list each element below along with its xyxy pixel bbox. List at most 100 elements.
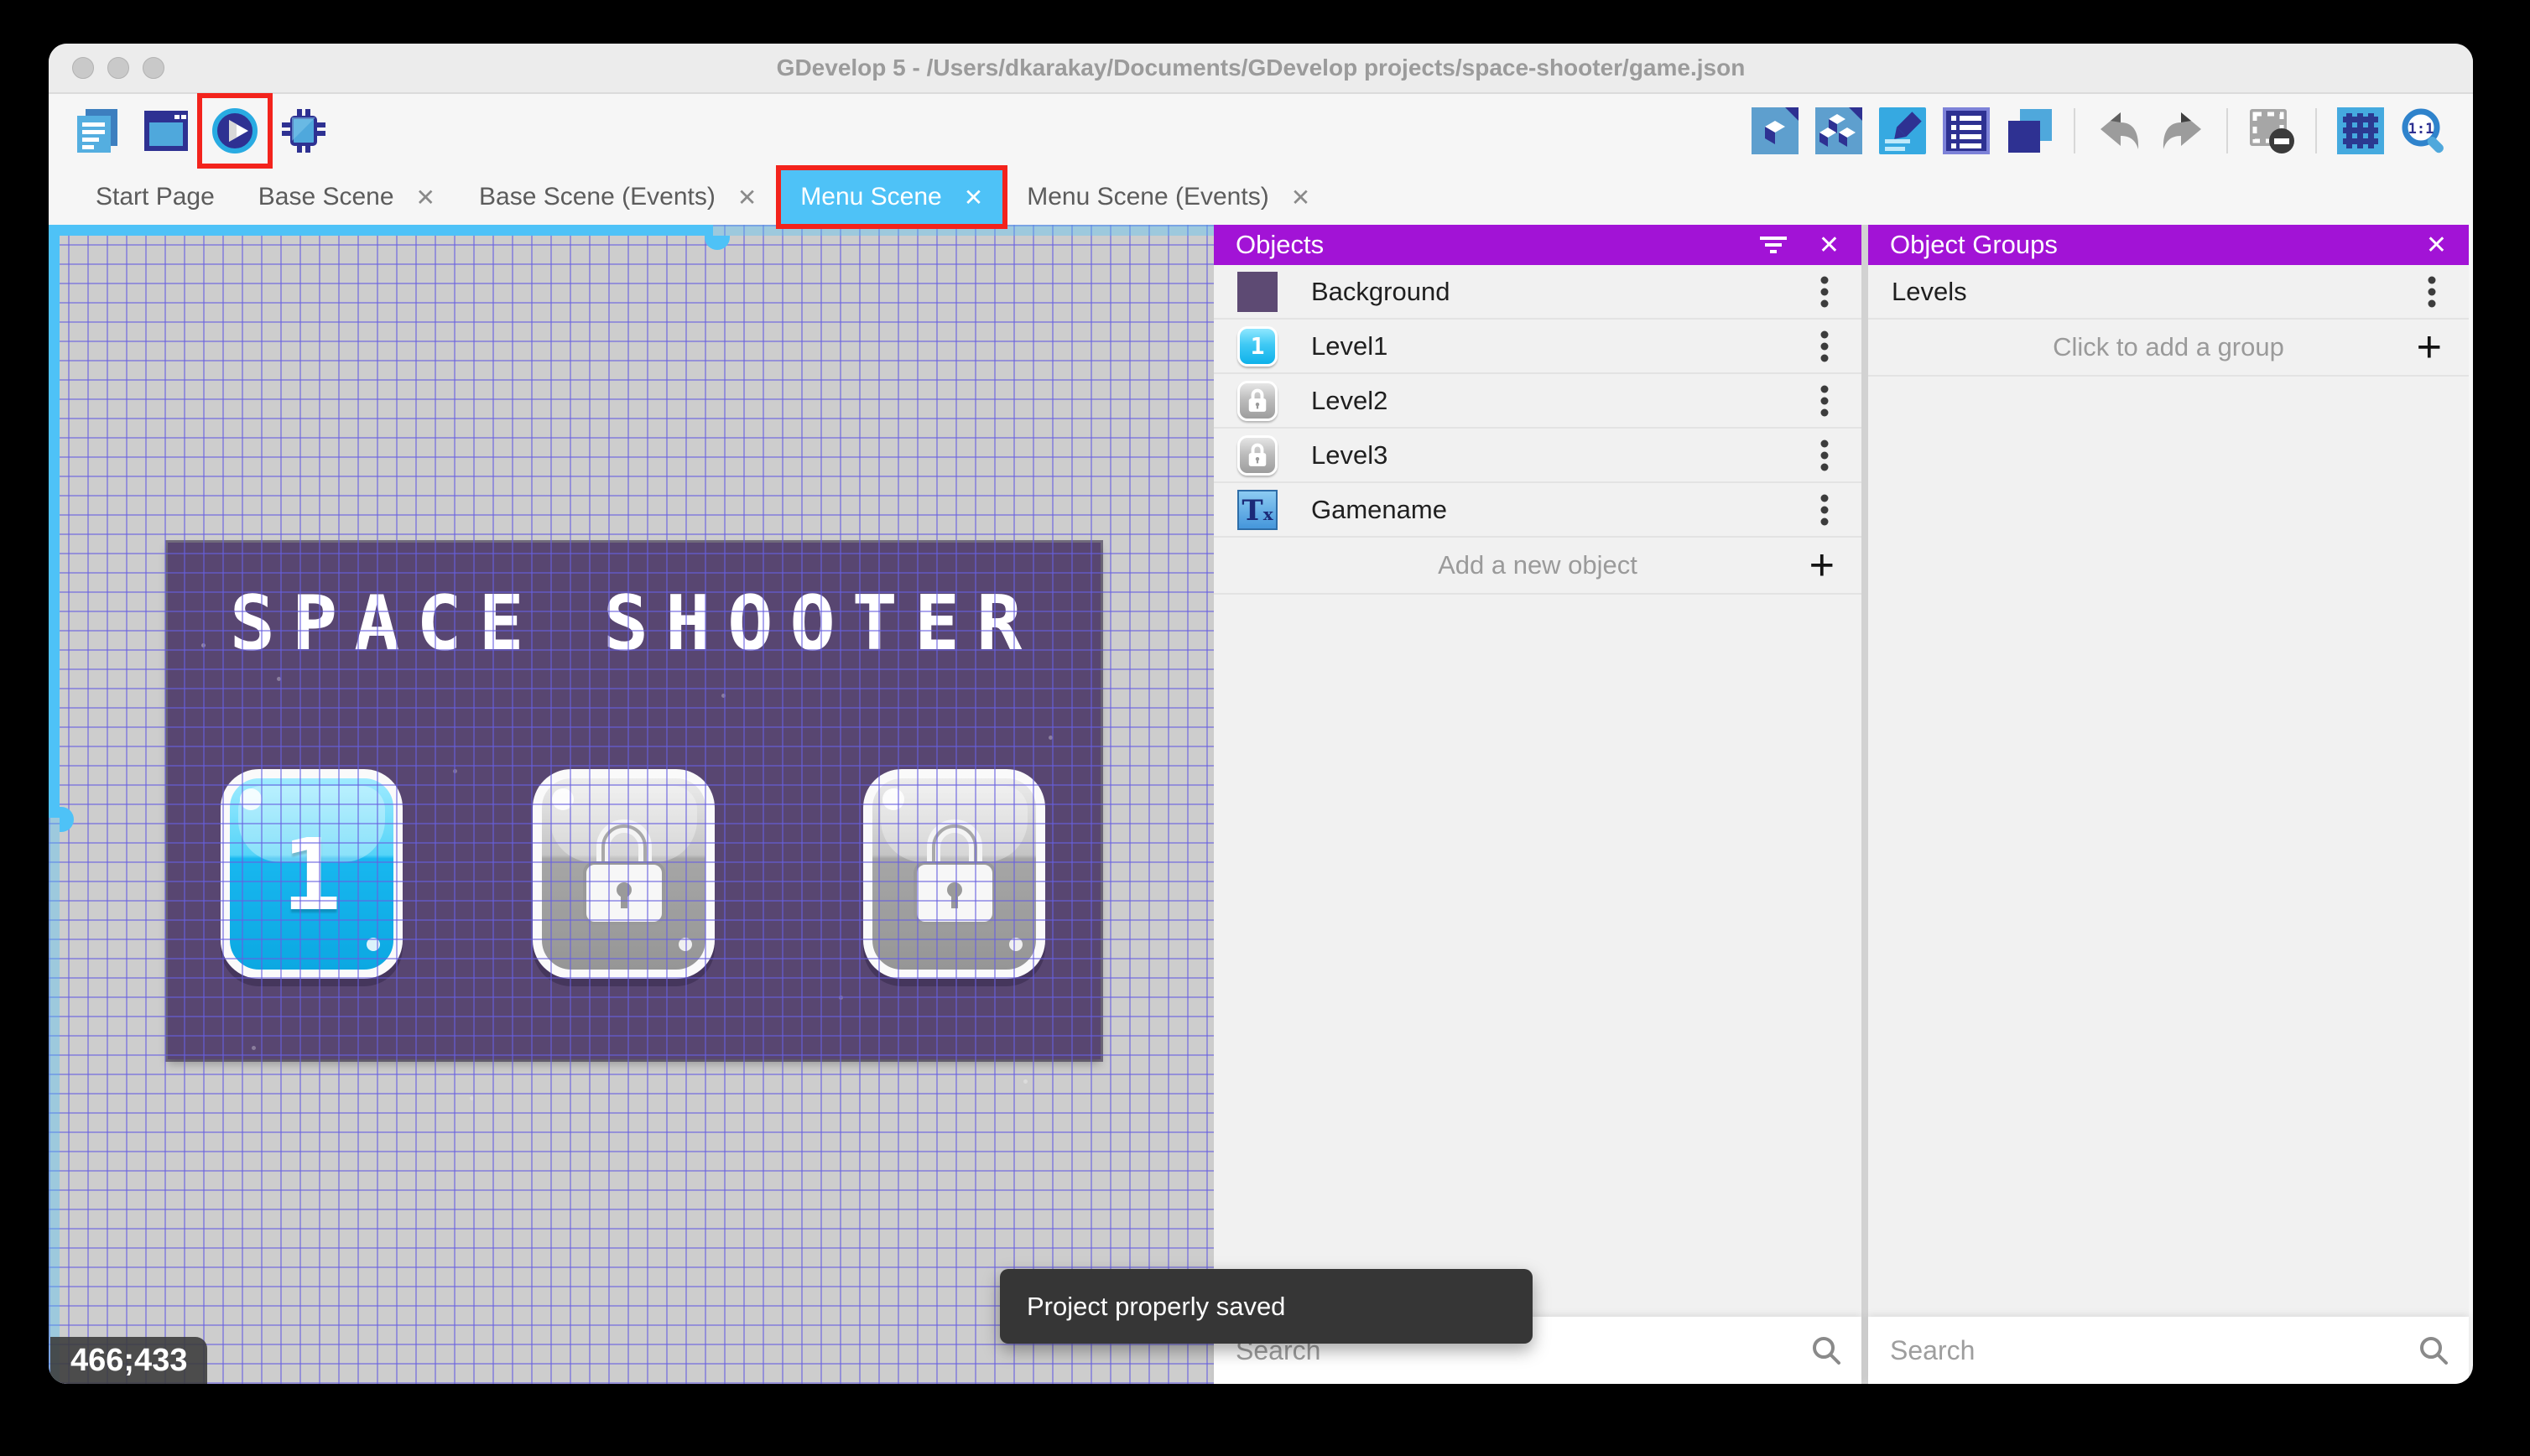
undo-button[interactable] (2095, 107, 2142, 154)
panel-divider[interactable] (1861, 225, 1868, 1384)
add-group-plus-icon[interactable]: + (2417, 323, 2442, 372)
toolbar-right-group: 1:1 (1752, 107, 2448, 154)
tab-label: Start Page (96, 183, 215, 211)
play-icon (212, 108, 258, 153)
tab-base-scene-events[interactable]: Base Scene (Events) ✕ (457, 168, 778, 226)
editor-content: SPACE SHOOTER 1 466;433 Objects ✕ Backgr… (49, 225, 2473, 1384)
tab-menu-scene-events[interactable]: Menu Scene (Events) ✕ (1005, 168, 1332, 226)
horizontal-scrollbar[interactable] (49, 225, 713, 236)
edit-properties-icon (1879, 107, 1926, 154)
toolbar-left-group (74, 93, 327, 169)
filter-icon[interactable] (1757, 231, 1790, 258)
tab-start-page[interactable]: Start Page (74, 168, 237, 226)
toggle-grid-button[interactable] (2337, 107, 2384, 154)
grid-icon (2337, 107, 2384, 154)
scene-canvas[interactable]: SPACE SHOOTER 1 466;433 (49, 225, 1214, 1384)
object-menu-icon[interactable] (1818, 328, 1831, 365)
horizontal-scrollbar-track[interactable] (713, 225, 1214, 236)
background-thumbnail (1237, 271, 1278, 312)
object-menu-icon[interactable] (1818, 491, 1831, 528)
toolbar-separator (2226, 108, 2228, 153)
tab-base-scene[interactable]: Base Scene ✕ (237, 168, 457, 226)
vertical-scrollbar-thumb[interactable] (60, 807, 74, 832)
window-title: GDevelop 5 - /Users/dkarakay/Documents/G… (776, 55, 1746, 81)
tab-close-icon[interactable]: ✕ (737, 184, 757, 211)
object-menu-icon[interactable] (1818, 382, 1831, 419)
play-button[interactable] (197, 93, 273, 169)
redo-icon (2163, 112, 2201, 149)
project-manager-button[interactable] (74, 107, 121, 154)
tab-close-icon[interactable]: ✕ (964, 184, 983, 211)
button-highlight (882, 788, 904, 810)
text-object-thumbnail: Tx (1237, 489, 1278, 530)
gdevelop-window: GDevelop 5 - /Users/dkarakay/Documents/G… (49, 44, 2473, 1384)
redo-button[interactable] (2159, 107, 2206, 154)
close-panel-icon[interactable]: ✕ (2426, 231, 2447, 260)
editor-tabs: Start Page Base Scene ✕ Base Scene (Even… (49, 165, 2473, 229)
vertical-scrollbar-track[interactable] (49, 818, 60, 1384)
tab-label: Menu Scene (800, 183, 942, 211)
toolbar-separator (2315, 108, 2317, 153)
object-name: Gamename (1311, 494, 1447, 524)
zoom-1-1-icon: 1:1 (2402, 108, 2444, 153)
add-group-label: Click to add a group (2053, 332, 2284, 361)
layers-icon (2008, 109, 2052, 153)
horizontal-scrollbar-thumb[interactable] (705, 236, 730, 250)
layers-panel-button[interactable] (2007, 107, 2054, 154)
zoom-original-button[interactable]: 1:1 (2401, 107, 2448, 154)
object-row-level2[interactable]: Level2 (1214, 374, 1861, 429)
selection-mask-icon (2250, 109, 2294, 153)
tab-close-icon[interactable]: ✕ (1291, 184, 1310, 211)
object-row-level3[interactable]: Level3 (1214, 429, 1861, 483)
level1-button-thumbnail: 1 (1237, 325, 1278, 367)
close-window-icon[interactable] (72, 57, 94, 79)
scene-properties-button[interactable] (1879, 107, 1926, 154)
tab-label: Base Scene (258, 183, 394, 211)
game-scene-preview[interactable]: SPACE SHOOTER 1 (168, 543, 1101, 1059)
group-row-levels[interactable]: Levels (1868, 265, 2469, 320)
object-name: Level2 (1311, 385, 1388, 415)
maximize-window-icon[interactable] (143, 57, 164, 79)
scene-editor-button[interactable] (143, 107, 190, 154)
add-object-plus-icon[interactable]: + (1809, 541, 1835, 590)
level3-button-sprite[interactable] (863, 769, 1045, 979)
objects-panel-button[interactable] (1752, 107, 1799, 154)
object-row-level1[interactable]: 1 Level1 (1214, 320, 1861, 374)
level1-button-sprite[interactable]: 1 (221, 769, 403, 979)
button-highlight (1009, 938, 1023, 951)
object-row-background[interactable]: Background (1214, 265, 1861, 320)
objects-icon (1752, 107, 1799, 154)
object-row-gamename[interactable]: Tx Gamename (1214, 483, 1861, 538)
groups-search-bar (1868, 1317, 2469, 1384)
object-menu-icon[interactable] (1818, 437, 1831, 474)
toast-message: Project properly saved (1027, 1291, 1286, 1321)
toggle-mask-button[interactable] (2248, 107, 2295, 154)
toolbar: 1:1 (49, 93, 2473, 169)
object-menu-icon[interactable] (1818, 273, 1831, 310)
lock-icon (582, 819, 665, 925)
objects-panel-title: Objects (1236, 230, 1325, 259)
minimize-window-icon[interactable] (107, 57, 129, 79)
debug-button[interactable] (280, 107, 327, 154)
groups-search-input[interactable] (1888, 1334, 2418, 1367)
title-bar: GDevelop 5 - /Users/dkarakay/Documents/G… (49, 44, 2473, 94)
vertical-scrollbar[interactable] (49, 236, 60, 818)
close-panel-icon[interactable]: ✕ (1819, 231, 1840, 260)
button-highlight (679, 938, 692, 951)
groups-panel-empty-area (1868, 377, 2469, 1317)
save-toast: Project properly saved (1000, 1269, 1533, 1344)
groups-panel-header: Object Groups ✕ (1868, 225, 2469, 265)
tab-menu-scene[interactable]: Menu Scene ✕ (776, 165, 1008, 229)
toolbar-separator (2074, 108, 2075, 153)
group-menu-icon[interactable] (2425, 273, 2439, 310)
level-number: 1 (281, 817, 342, 933)
objects-panel: Objects ✕ Background 1 Level1 Level2 Lev… (1214, 225, 1861, 1384)
object-groups-panel-button[interactable] (1815, 107, 1862, 154)
search-icon (2420, 1337, 2448, 1365)
add-object-row[interactable]: Add a new object + (1214, 538, 1861, 595)
object-groups-panel: Object Groups ✕ Levels Click to add a gr… (1868, 225, 2469, 1384)
instances-list-button[interactable] (1943, 107, 1990, 154)
add-group-row[interactable]: Click to add a group + (1868, 320, 2469, 377)
level2-button-sprite[interactable] (533, 769, 715, 979)
tab-close-icon[interactable]: ✕ (416, 184, 435, 211)
